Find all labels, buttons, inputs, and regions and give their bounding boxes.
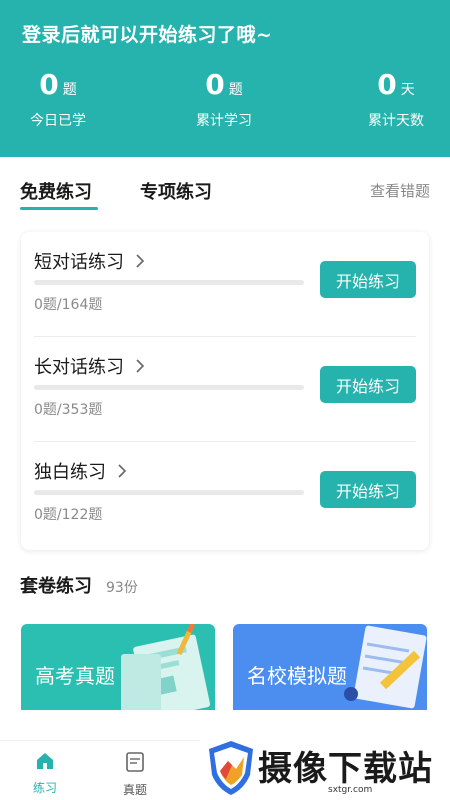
stat-today-learned: 0 题 今日已学: [0, 68, 118, 130]
practice-item: 短对话练习 0题/164题 开始练习: [21, 232, 429, 337]
practice-item-title-link[interactable]: 长对话练习: [34, 353, 146, 379]
practice-item: 独白练习 0题/122题 开始练习: [21, 442, 429, 547]
progress-bar: [34, 385, 304, 390]
practice-item-title: 短对话练习: [34, 252, 124, 273]
tab-label: 免费练习: [20, 182, 92, 203]
tab-free-practice[interactable]: 免费练习: [20, 178, 98, 210]
progress-bar: [34, 490, 304, 495]
stat-total-days: 0 天 累计天数: [336, 68, 450, 130]
watermark-brand: 摄像下载站: [258, 749, 433, 789]
start-practice-button[interactable]: 开始练习: [320, 261, 416, 298]
practice-tabs: 免费练习 专项练习 查看错题: [0, 178, 450, 214]
progress-count: 0题/122题: [34, 507, 103, 523]
stat-label: 累计天数: [368, 113, 424, 129]
shield-logo-icon: [209, 741, 253, 795]
section-title: 套卷练习: [20, 576, 92, 597]
stat-unit: 题: [62, 82, 77, 98]
header-panel: 登录后就可以开始练习了哦~ 0 题 今日已学 0 题 累计学习 0 天 累计天数: [0, 0, 450, 157]
practice-item-title: 长对话练习: [34, 357, 124, 378]
practice-item-title-link[interactable]: 短对话练习: [34, 248, 146, 274]
tab-label: 专项练习: [140, 182, 212, 203]
login-tip[interactable]: 登录后就可以开始练习了哦~: [22, 20, 272, 47]
stat-value: 0: [39, 68, 59, 101]
chevron-right-icon: [136, 254, 145, 268]
practice-item: 长对话练习 0题/353题 开始练习: [21, 337, 429, 442]
tab-special-practice[interactable]: 专项练习: [140, 178, 212, 204]
banner-label: 名校模拟题: [247, 664, 347, 688]
banner-label: 高考真题: [35, 664, 115, 688]
stat-total-learned: 0 题 累计学习: [164, 68, 284, 130]
chevron-right-icon: [118, 464, 127, 478]
stat-value: 0: [205, 68, 225, 101]
progress-count: 0题/164题: [34, 297, 103, 313]
nav-label: 真题: [122, 783, 147, 797]
practice-card: 短对话练习 0题/164题 开始练习 长对话练习 0题/353题 开始练习 独白…: [21, 232, 429, 550]
paper-count: 93份: [106, 580, 138, 596]
view-mistakes-link[interactable]: 查看错题: [370, 180, 430, 201]
nav-label: 练习: [32, 781, 57, 795]
progress-count: 0题/353题: [34, 402, 103, 418]
nav-item-real-exam[interactable]: 真题: [113, 751, 157, 798]
home-icon: [37, 753, 53, 769]
mock-exam-banner[interactable]: 名校模拟题: [233, 624, 427, 710]
exam-paper-icon: [126, 752, 144, 772]
start-practice-button[interactable]: 开始练习: [320, 366, 416, 403]
practice-item-title-link[interactable]: 独白练习: [34, 458, 128, 484]
stat-value: 0: [377, 68, 397, 101]
stat-unit: 题: [228, 82, 243, 98]
watermark: 摄像下载站 sxtgr.com: [200, 733, 450, 800]
chevron-right-icon: [136, 359, 145, 373]
stat-unit: 天: [400, 82, 415, 98]
stat-label: 今日已学: [30, 113, 86, 129]
watermark-site: sxtgr.com: [328, 785, 373, 795]
practice-item-title: 独白练习: [34, 462, 106, 483]
progress-bar: [34, 280, 304, 285]
start-practice-button[interactable]: 开始练习: [320, 471, 416, 508]
gaokao-papers-banner[interactable]: 高考真题: [21, 624, 215, 710]
paper-section-header: 套卷练习 93份: [20, 572, 138, 598]
active-tab-indicator: [20, 207, 98, 210]
nav-item-practice[interactable]: 练习: [23, 751, 67, 796]
stat-label: 累计学习: [196, 113, 252, 129]
